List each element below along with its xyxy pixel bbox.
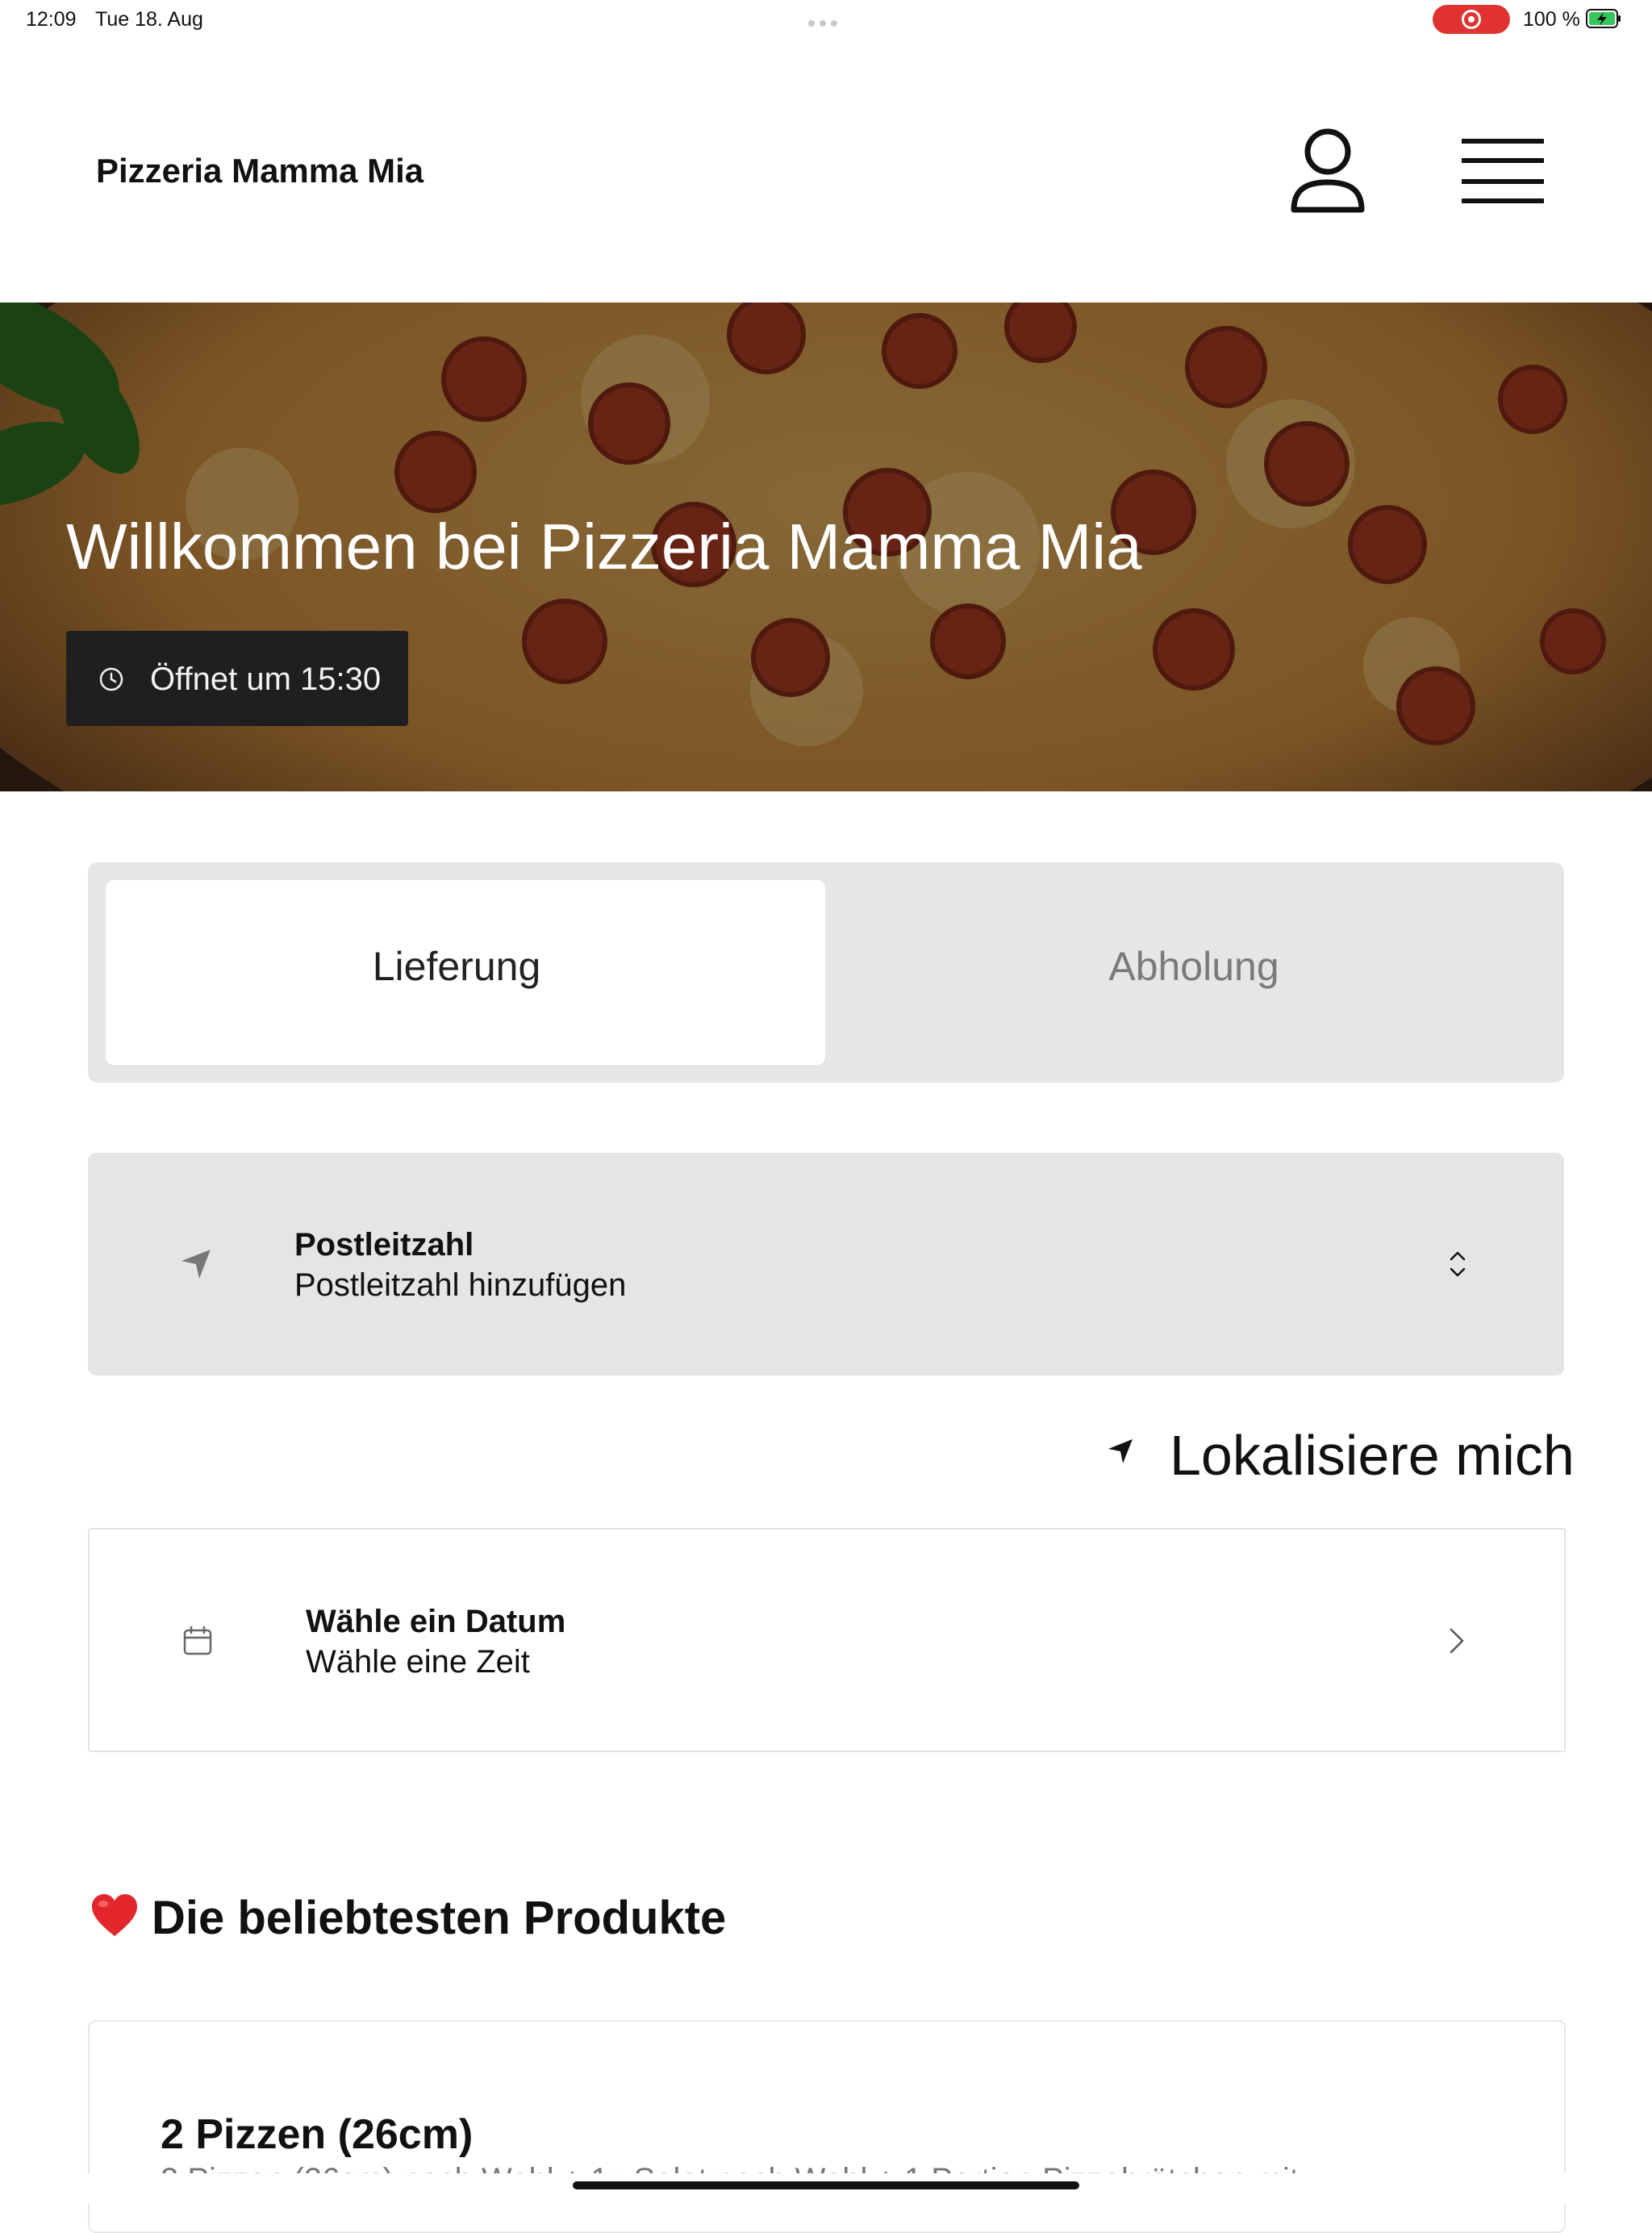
opening-hours-text: Öffnet um 15:30 [150, 662, 382, 697]
screen-recording-icon[interactable] [1433, 5, 1510, 34]
popular-products-title: Die beliebtesten Produkte [152, 1892, 727, 1944]
product-name: 2 Pizzen (26cm) [161, 2111, 473, 2158]
time-label: Wähle eine Zeit [306, 1644, 530, 1680]
status-date: Tue 18. Aug [95, 8, 203, 31]
user-icon[interactable] [1289, 126, 1366, 216]
tab-lieferung-label[interactable]: Lieferung [88, 943, 825, 990]
chevron-up-down-icon [1450, 1251, 1466, 1277]
menu-icon[interactable] [1462, 136, 1544, 207]
date-time-selector[interactable]: Wähle ein Datum Wähle eine Zeit [88, 1528, 1566, 1752]
battery-charging-icon [1586, 9, 1621, 28]
location-arrow-icon [181, 1250, 211, 1279]
brand-title[interactable]: Pizzeria Mamma Mia [96, 152, 423, 190]
location-arrow-icon[interactable] [1107, 1438, 1134, 1465]
tab-abholung[interactable]: Abholung [825, 943, 1562, 990]
battery-percentage: 100 % [1523, 8, 1580, 31]
order-mode-segmented-control: Lieferung Abholung [88, 862, 1564, 1083]
postal-code-label: Postleitzahl [294, 1227, 474, 1263]
heart-icon [92, 1894, 137, 1936]
date-label: Wähle ein Datum [306, 1604, 566, 1639]
postal-code-selector[interactable]: Postleitzahl Postleitzahl hinzufügen [88, 1153, 1564, 1375]
status-time: 12:09 [26, 8, 77, 31]
opening-hours-badge: Öffnet um 15:30 [66, 631, 408, 726]
hero-title: Willkommen bei Pizzeria Mamma Mia [66, 511, 1142, 582]
chevron-right-icon [1450, 1628, 1464, 1654]
postal-code-placeholder: Postleitzahl hinzufügen [294, 1267, 627, 1303]
calendar-icon [183, 1626, 212, 1655]
locate-me-button[interactable]: Lokalisiere mich [1170, 1423, 1575, 1488]
home-indicator[interactable] [573, 2181, 1079, 2189]
clock-icon [99, 667, 123, 691]
multitasking-dots-icon[interactable] [808, 16, 844, 27]
